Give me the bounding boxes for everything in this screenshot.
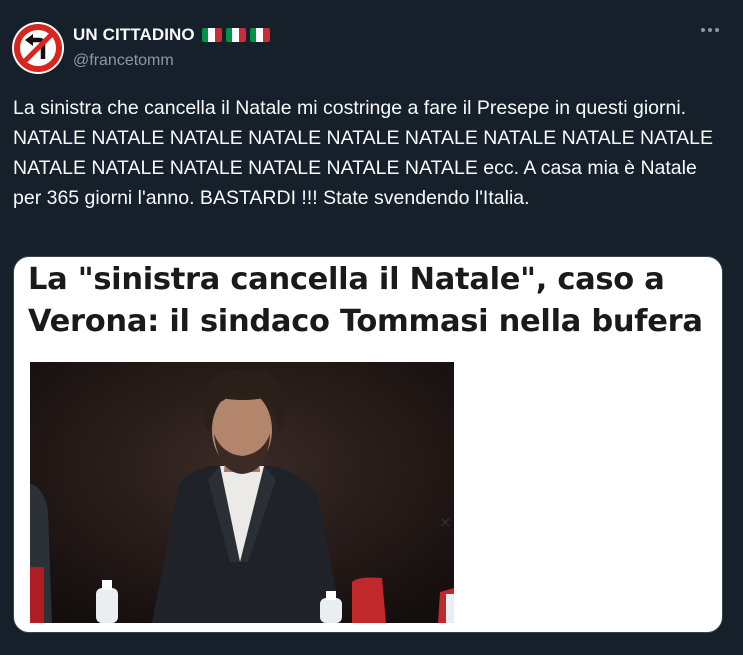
italy-flag-icon bbox=[225, 28, 246, 42]
italy-flag-icon bbox=[201, 28, 222, 42]
italian-flags bbox=[201, 28, 270, 42]
author-row: UN CITTADINO bbox=[73, 25, 270, 45]
news-photo[interactable] bbox=[30, 362, 454, 623]
tweet[interactable]: UN CITTADINO @francetomm La sinistra che… bbox=[0, 0, 743, 655]
more-dots-icon[interactable] bbox=[701, 28, 719, 32]
tweet-text: La sinistra che cancella il Natale mi co… bbox=[13, 97, 714, 209]
user-handle[interactable]: @francetomm bbox=[73, 52, 174, 70]
media-card[interactable]: La "sinistra cancella il Natale", caso a… bbox=[13, 256, 723, 633]
avatar[interactable] bbox=[12, 22, 64, 74]
display-name[interactable]: UN CITTADINO bbox=[73, 25, 195, 45]
close-icon[interactable]: × bbox=[439, 513, 452, 531]
no-left-turn-icon bbox=[13, 23, 63, 73]
card-headline: La "sinistra cancella il Natale", caso a… bbox=[28, 262, 703, 339]
italy-flag-icon bbox=[249, 28, 270, 42]
